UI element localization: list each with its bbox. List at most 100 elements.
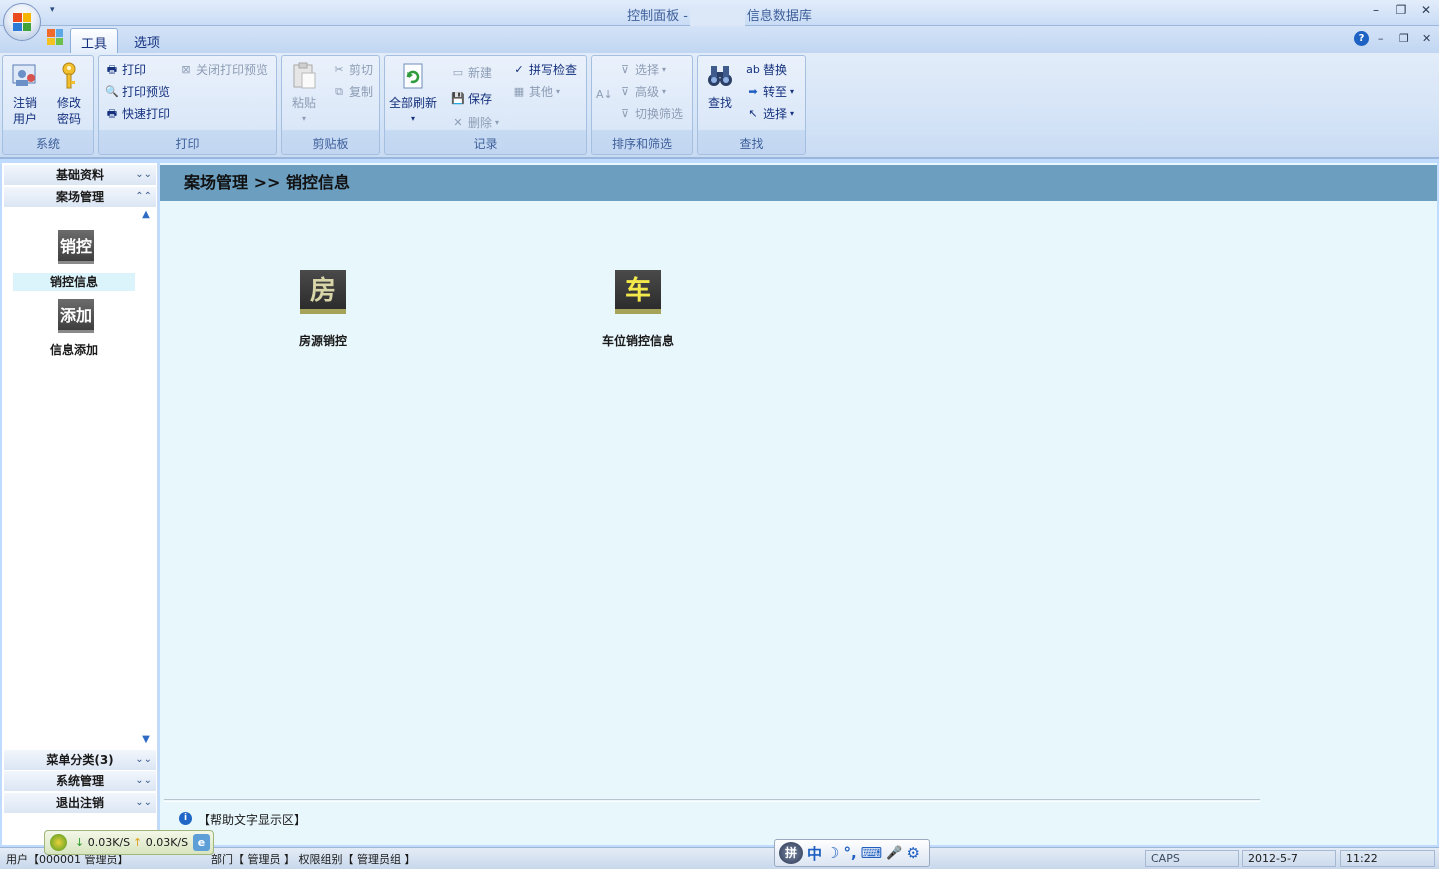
window-title: 控制面板 - 信息数据库 — [627, 7, 812, 26]
scissors-icon: ✂ — [334, 62, 344, 76]
sort-icon[interactable]: A↓ — [596, 88, 613, 102]
divider — [164, 799, 1260, 802]
group-sort-filter: A↓ ⊽ 选择 ▾ ⊽ 高级 ▾ ⊽ 切换筛选 排序和筛选 — [591, 55, 693, 155]
main-panel: 案场管理 >> 销控信息 房 房源销控 车 车位销控信息 i 【帮助文字显示区】 — [160, 163, 1437, 845]
other-button[interactable]: ▦ 其他 ▾ — [512, 83, 560, 100]
help-icon[interactable]: ? — [1354, 31, 1369, 46]
browser-icon[interactable]: e — [193, 834, 210, 851]
moon-icon[interactable]: ☽ — [826, 844, 839, 862]
group-print: 🖶 打印 🔍 打印预览 🖶 快速打印 ⊠ 关闭打印预览 打印 — [98, 55, 277, 155]
group-clipboard: 粘贴 ▾ ✂ 剪切 ⧉ 复制 剪贴板 — [281, 55, 380, 155]
house-icon: 房 — [300, 270, 346, 314]
toggle-filter-icon: ⊽ — [620, 106, 630, 120]
close-preview-icon: ⊠ — [181, 62, 191, 76]
goto-button[interactable]: ➡ 转至 ▾ — [746, 83, 794, 100]
status-dept: 部门【 管理员 】 权限组别【 管理员组 】 — [211, 853, 416, 866]
keyboard-icon[interactable]: ⌨ — [861, 844, 883, 862]
users-icon — [9, 60, 41, 92]
status-bar: 用户【000001 管理员】 部门【 管理员 】 权限组别【 管理员组 】 CA… — [0, 847, 1439, 869]
tab-options[interactable]: 选项 — [124, 28, 170, 53]
doc-minimize-icon[interactable]: – — [1378, 32, 1384, 45]
ime-logo-icon[interactable]: 拼 — [779, 842, 803, 864]
select-button[interactable]: ↖ 选择 ▾ — [746, 105, 794, 122]
group-records: 全部刷新 ▾ ▭ 新建 💾 保存 ✕ 删除 ▾ ✓ 拼写检查 ▦ 其他 ▾ 记录 — [384, 55, 587, 155]
doc-close-icon[interactable]: ✕ — [1422, 32, 1431, 45]
tile-parking-sales-control[interactable]: 车 车位销控信息 — [583, 270, 693, 349]
title-bar: ▾ 控制面板 - 信息数据库 – ❐ ✕ — [0, 0, 1439, 26]
scroll-up-icon[interactable]: ▲ — [139, 210, 153, 220]
app-grid-icon[interactable] — [47, 29, 63, 45]
group-label-system: 系统 — [35, 137, 60, 151]
close-icon[interactable]: ✕ — [1415, 3, 1437, 17]
chevron-down-icon: ⌄⌄ — [135, 797, 152, 808]
new-record-button[interactable]: ▭ 新建 — [451, 64, 492, 81]
tile-label: 车位销控信息 — [601, 334, 674, 348]
breadcrumb: 案场管理 >> 销控信息 — [160, 165, 1437, 201]
quick-print-button[interactable]: 🖶 快速打印 — [105, 105, 170, 122]
ime-chinese-mode[interactable]: 中 — [807, 843, 822, 864]
group-find: 查找 ab 替换 ➡ 转至 ▾ ↖ 选择 ▾ 查找 — [697, 55, 806, 155]
spell-check-button[interactable]: ✓ 拼写检查 — [512, 61, 577, 78]
filter-icon: ⊽ — [620, 62, 630, 76]
settings-icon[interactable]: ⚙ — [907, 844, 920, 862]
nav-section-logout[interactable]: 退出注销 ⌄⌄ — [4, 793, 156, 813]
cut-button[interactable]: ✂ 剪切 — [332, 61, 373, 78]
spell-check-icon: ✓ — [514, 62, 524, 76]
chevron-down-icon: ⌄⌄ — [135, 775, 152, 786]
chevron-up-icon: ⌃⌃ — [135, 191, 152, 202]
minimize-icon[interactable]: – — [1365, 3, 1387, 17]
paste-icon — [288, 60, 320, 92]
print-preview-button[interactable]: 🔍 打印预览 — [105, 83, 170, 100]
chevron-down-icon: ⌄⌄ — [135, 169, 152, 180]
replace-button[interactable]: ab 替换 — [746, 61, 787, 78]
filter-select-button[interactable]: ⊽ 选择 ▾ — [618, 61, 666, 78]
binoculars-icon — [704, 60, 736, 92]
group-label-sort: 排序和筛选 — [611, 137, 672, 151]
arrow-right-icon: ➡ — [748, 84, 758, 98]
nav-item-add-info[interactable]: 信息添加 — [13, 341, 135, 359]
restore-icon[interactable]: ❐ — [1390, 3, 1412, 17]
advanced-filter-icon: ⊽ — [620, 84, 630, 98]
car-icon: 车 — [615, 270, 661, 314]
microphone-icon[interactable]: 🎤 — [886, 846, 902, 861]
download-speed: ↓ 0.03K/S — [75, 836, 131, 849]
delete-icon: ✕ — [453, 115, 463, 129]
left-navigation: 基础资料 ⌄⌄ 案场管理 ⌃⌃ ▲ 销控 销控信息 添加 信息添加 ▼ 菜单分类(3… — [2, 163, 158, 845]
refresh-icon — [397, 60, 429, 92]
doc-restore-icon[interactable]: ❐ — [1399, 32, 1409, 45]
save-button[interactable]: 💾 保存 — [451, 90, 492, 107]
group-system: 注销 用户 修改 密码 系统 — [2, 55, 94, 155]
status-caps: CAPS — [1145, 850, 1239, 867]
net-speed-widget[interactable]: ↓ 0.03K/S ↑ 0.03K/S e — [44, 830, 214, 855]
status-time: 11:22 — [1340, 850, 1435, 867]
advanced-filter-button[interactable]: ⊽ 高级 ▾ — [618, 83, 666, 100]
group-label-find: 查找 — [739, 137, 764, 151]
nav-item-sales-control[interactable]: 销控信息 — [13, 273, 135, 291]
ribbon: 注销 用户 修改 密码 系统 🖶 打印 🔍 打印预览 🖶 快速打印 ⊠ 关闭打印预览 打… — [0, 53, 1439, 159]
find-button[interactable]: 查找 — [704, 60, 736, 111]
nav-section-basic-data[interactable]: 基础资料 ⌄⌄ — [4, 165, 156, 185]
copy-icon: ⧉ — [335, 84, 343, 98]
punctuation-icon[interactable]: °, — [843, 844, 856, 862]
print-button[interactable]: 🖶 打印 — [105, 61, 146, 78]
nav-section-menu-category[interactable]: 菜单分类(3) ⌄⌄ — [4, 750, 156, 770]
tab-tools[interactable]: 工具 — [70, 28, 119, 53]
delete-button[interactable]: ✕ 删除 ▾ — [451, 114, 499, 131]
toggle-filter-button[interactable]: ⊽ 切换筛选 — [618, 105, 683, 122]
nav-section-site-management[interactable]: 案场管理 ⌃⌃ — [4, 187, 156, 207]
tile-housing-sales-control[interactable]: 房 房源销控 — [273, 270, 373, 349]
office-menu-button[interactable] — [3, 3, 41, 41]
scroll-down-icon[interactable]: ▼ — [139, 735, 153, 745]
sales-control-icon[interactable]: 销控 — [58, 230, 94, 264]
ime-toolbar[interactable]: 拼 中 ☽ °, ⌨ 🎤 ⚙ — [774, 839, 930, 867]
change-password-button[interactable]: 修改 密码 — [53, 60, 85, 127]
close-print-preview-button[interactable]: ⊠ 关闭打印预览 — [179, 61, 268, 78]
logout-user-button[interactable]: 注销 用户 — [9, 60, 41, 127]
nav-section-system-management[interactable]: 系统管理 ⌄⌄ — [4, 771, 156, 791]
paste-button[interactable]: 粘贴 ▾ — [288, 60, 320, 127]
refresh-all-button[interactable]: 全部刷新 ▾ — [389, 60, 437, 127]
office-logo-icon — [13, 13, 31, 31]
quick-print-icon: 🖶 — [106, 106, 118, 120]
add-info-icon[interactable]: 添加 — [58, 299, 94, 333]
copy-button[interactable]: ⧉ 复制 — [332, 83, 373, 100]
